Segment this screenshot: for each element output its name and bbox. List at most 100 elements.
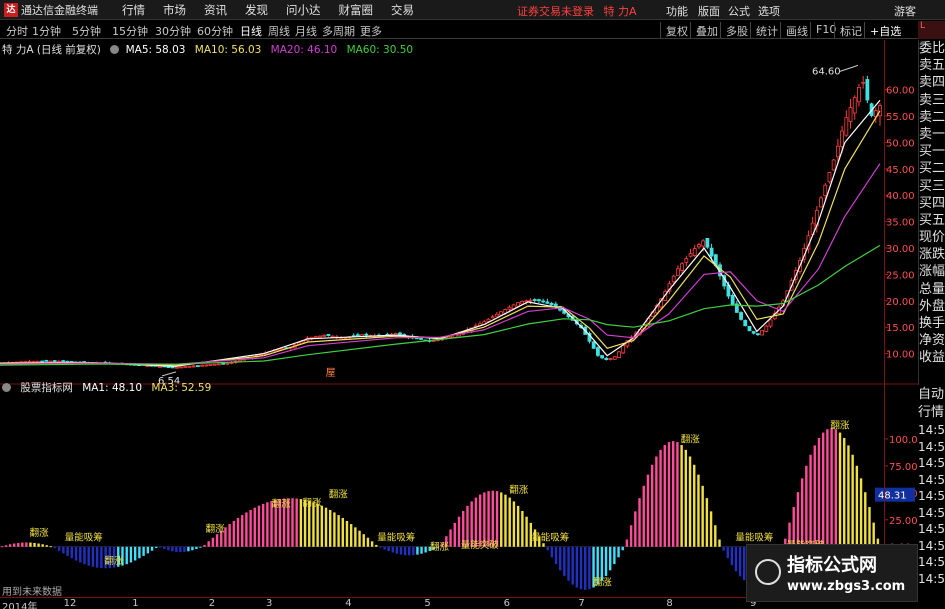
tick-time: 14:55	[918, 439, 945, 454]
indicator-bar	[337, 515, 340, 547]
user-label[interactable]: 游客	[894, 3, 916, 19]
indicator-bar	[232, 520, 236, 547]
signal-label: 翻涨	[593, 578, 613, 589]
y-tick-label: 20.00	[886, 297, 915, 308]
menu-layout[interactable]: 版面	[698, 3, 720, 19]
indicator-bar	[859, 478, 863, 547]
tf-multi[interactable]: 多周期	[322, 23, 355, 39]
indicator-bar	[175, 546, 178, 552]
tf-monthly[interactable]: 月线	[295, 23, 317, 39]
indicator-bar	[663, 445, 666, 547]
menu-ask[interactable]: 问小达	[277, 2, 330, 18]
menu-trade[interactable]: 交易	[382, 2, 423, 18]
indicator-bar	[266, 502, 269, 547]
indicator-bar	[676, 442, 679, 547]
indicator-bar	[813, 445, 816, 547]
indicator-bar	[362, 534, 365, 547]
add-favorite-button[interactable]: +自选	[864, 22, 906, 38]
tf-15min[interactable]: 15分钟	[112, 23, 148, 39]
indicator-bar	[366, 537, 370, 547]
candle-body	[212, 363, 217, 366]
y-tick-label: 25.00	[886, 270, 915, 281]
overlay-button[interactable]: 叠加	[690, 22, 723, 38]
indicator-bar	[868, 507, 871, 547]
candle-body	[768, 319, 773, 327]
indicator-bar	[705, 498, 709, 547]
gear-icon[interactable]	[2, 383, 11, 392]
restore-rights-button[interactable]: 复权	[660, 22, 693, 38]
indicator-bar	[521, 511, 524, 547]
candle-body	[490, 316, 495, 319]
mark-button[interactable]: 标记	[834, 22, 867, 38]
candle-body	[48, 360, 53, 363]
tf-more[interactable]: 更多	[360, 23, 382, 39]
candle-body	[179, 366, 183, 369]
indicator-bar	[483, 492, 486, 547]
indicator-bar	[600, 546, 604, 581]
indicator-bar	[701, 485, 704, 547]
menu-quotes[interactable]: 行情	[113, 2, 154, 18]
tf-daily[interactable]: 日线	[240, 23, 262, 39]
quote-label: 现价	[919, 230, 945, 246]
indicator-bar	[655, 456, 658, 547]
indicator-bar	[408, 546, 411, 556]
indicator-bar	[680, 445, 683, 547]
indicator-bar	[87, 546, 90, 566]
indicator-bar	[449, 529, 452, 547]
indicator-bar	[37, 543, 40, 547]
candle-body	[27, 361, 32, 363]
indicator-bar	[66, 546, 69, 556]
indicator-bar	[4, 545, 8, 547]
indicator-bar	[329, 509, 332, 547]
indicator-bar	[324, 507, 328, 547]
candle-body	[545, 301, 550, 304]
menu-news[interactable]: 资讯	[195, 2, 236, 18]
tf-1min[interactable]: 1分钟	[32, 23, 61, 39]
candle-body	[621, 345, 626, 354]
indicator-bar	[29, 542, 32, 547]
candle-body	[675, 268, 680, 276]
menu-wealth[interactable]: 财富圈	[330, 2, 383, 18]
tf-60min[interactable]: 60分钟	[197, 23, 233, 39]
y-tick-label: 25.00	[889, 516, 918, 527]
quote-label: 卖二	[919, 109, 945, 125]
candle-body	[617, 351, 621, 358]
multi-stock-button[interactable]: 多股	[720, 22, 753, 38]
tf-weekly[interactable]: 周线	[268, 23, 290, 39]
tf-30min[interactable]: 30分钟	[155, 23, 191, 39]
candle-body	[57, 360, 61, 363]
indicator-bar	[558, 546, 562, 571]
tick-time: 14:56	[918, 555, 945, 569]
menu-function[interactable]: 功能	[666, 3, 688, 19]
app-logo-icon: 达	[4, 2, 18, 17]
date-tick-label: 12	[63, 598, 77, 609]
candle-body	[840, 130, 845, 147]
tf-5min[interactable]: 5分钟	[72, 23, 101, 39]
indicator-bar	[847, 445, 850, 547]
menu-discover[interactable]: 发现	[236, 2, 277, 18]
signal-label: 量能吸筹	[377, 531, 415, 543]
candle-body	[861, 81, 866, 84]
quote-label: 买二	[919, 161, 945, 177]
candle-body	[31, 360, 36, 363]
indicator-bar	[155, 546, 158, 549]
stats-button[interactable]: 统计	[750, 22, 783, 38]
candle-body	[819, 197, 823, 208]
menu-options[interactable]: 选项	[758, 3, 780, 19]
menu-formula[interactable]: 公式	[728, 3, 750, 19]
indicator-bar	[312, 502, 315, 547]
tf-intraday[interactable]: 分时	[6, 23, 28, 39]
indicator-bar	[125, 546, 128, 565]
indicator-bar	[49, 546, 52, 548]
quote-label: 卖一	[919, 126, 945, 142]
candle-body	[52, 360, 57, 363]
indicator-bar	[320, 505, 324, 547]
menu-market[interactable]: 市场	[154, 2, 195, 18]
indicator-bar	[70, 546, 74, 559]
login-status[interactable]: 证券交易未登录 特 力A	[517, 3, 637, 19]
price-chart[interactable]: 10.00 15.00 20.00 25.00 30.00 35.00 40.00 45.00…	[0, 40, 918, 385]
indicator-bar	[41, 544, 44, 547]
indicator-bar	[228, 524, 231, 547]
signal-label: 翻涨	[830, 420, 850, 431]
draw-line-button[interactable]: 画线	[780, 22, 813, 38]
